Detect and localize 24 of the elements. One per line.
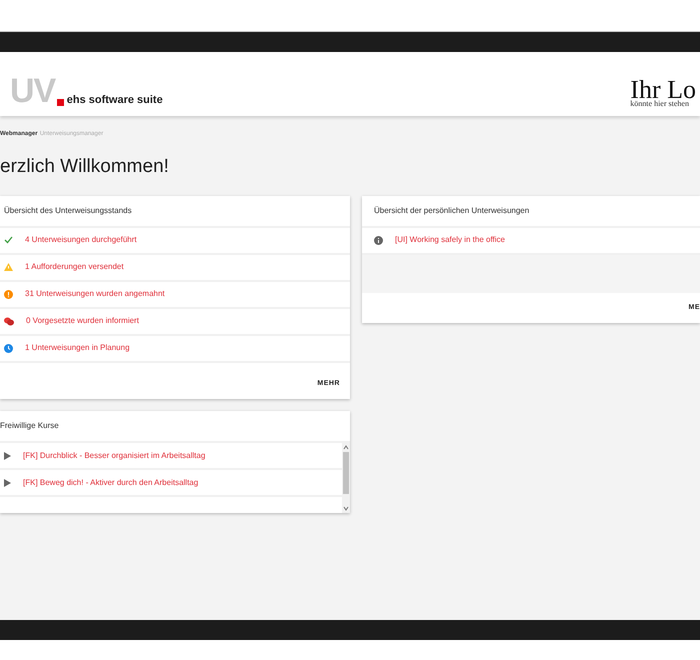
clock-icon [4,344,13,352]
speech-bubbles-icon [4,316,14,326]
scrollbar-drawing[interactable] [342,443,350,513]
status-link[interactable]: 31 Unterweisungen wurden angemahnt [25,288,165,300]
play-icon [4,452,11,460]
customer-logo-subtitle: könnte hier stehen [630,100,690,108]
card-title: Freiwillige Kurse [0,411,350,443]
course-link[interactable]: [FK] Beweg dich! - Aktiver durch den Arbeitsalltag [23,476,198,488]
status-link[interactable]: 1 Aufforderungen versendet [25,261,124,273]
play-icon [4,478,11,486]
status-link[interactable]: 4 Unterweisungen durchgeführt [25,234,137,246]
info-icon [374,236,383,244]
status-link[interactable]: 0 Vorgesetzte wurden informiert [26,315,139,327]
exclamation-icon [4,290,13,298]
card-title: Übersicht des Unterweisungsstands [0,196,350,228]
card-title: Übersicht der persönlichen Unterweisungen [362,196,700,228]
logo-text: ehs software suite [66,92,163,108]
warning-icon [4,263,13,271]
status-link[interactable]: 1 Unterweisungen in Planung [25,342,130,354]
check-icon [4,236,13,244]
status-link[interactable]: [UI] Working safely in the office [395,234,505,246]
logo-square-icon [57,98,64,106]
course-link[interactable]: [FK] Durchblick - Besser organisiert im Arbeitsalltag [23,450,206,462]
page-title: erzlich Willkommen! [0,155,170,179]
